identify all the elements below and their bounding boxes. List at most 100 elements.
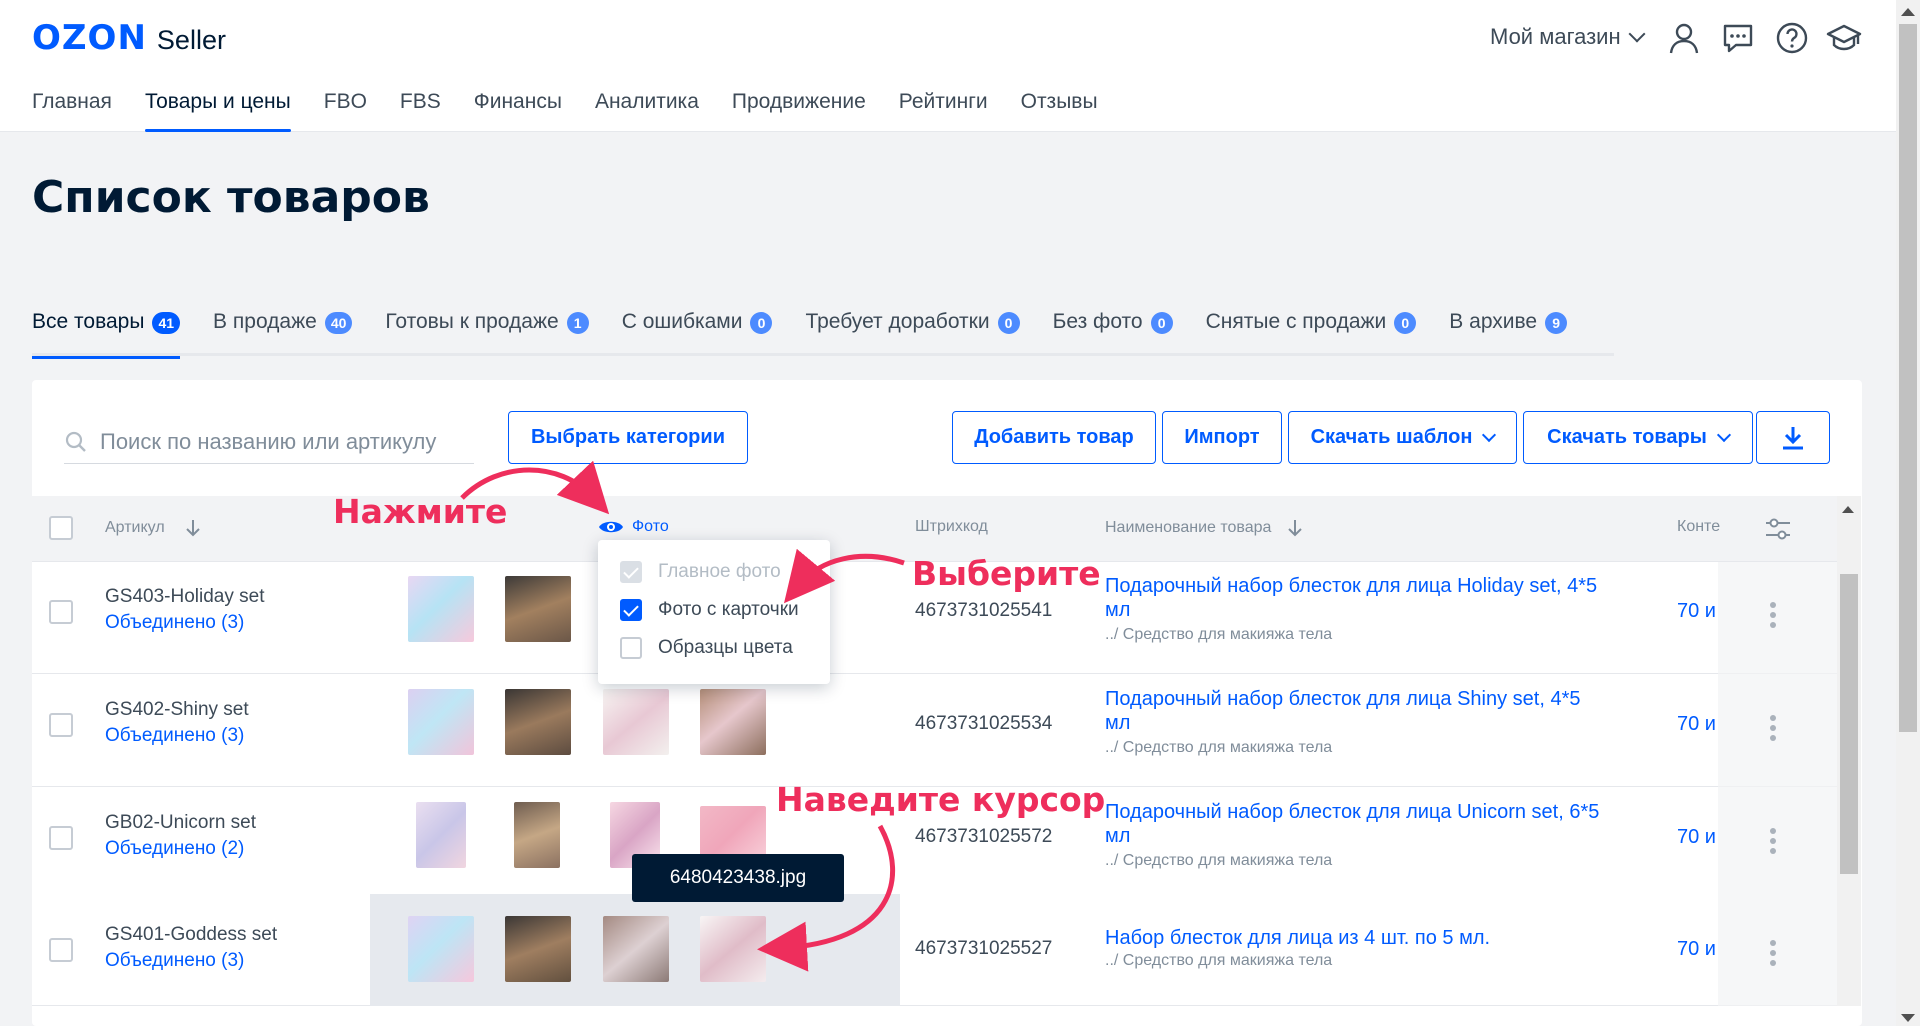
barcode: 4673731025534 (915, 713, 1053, 734)
column-settings-icon[interactable] (1763, 514, 1793, 544)
select-all-checkbox[interactable] (49, 516, 73, 540)
nav-promotion[interactable]: Продвижение (732, 90, 866, 132)
product-photo[interactable] (514, 802, 560, 868)
scroll-down-arrow-icon[interactable] (1901, 1014, 1915, 1022)
graduation-cap-icon[interactable] (1826, 20, 1862, 56)
count-badge: 9 (1545, 312, 1568, 334)
product-photo[interactable] (416, 802, 466, 868)
tab-label: Снятые с продажи (1205, 310, 1387, 333)
row-checkbox[interactable] (49, 826, 73, 850)
add-product-button[interactable]: Добавить товар (952, 411, 1156, 464)
tab-label: С ошибками (621, 310, 743, 333)
content-value[interactable]: 70 и (1677, 713, 1716, 736)
filename-tooltip: 6480423438.jpg (632, 854, 844, 902)
search-input[interactable]: Поиск по названию или артикулу (64, 420, 474, 464)
ozon-seller-logo[interactable]: OZON Seller (32, 18, 226, 58)
option-color-samples[interactable]: Образцы цвета (620, 637, 793, 659)
product-photo[interactable] (700, 916, 766, 982)
nav-analytics[interactable]: Аналитика (595, 90, 699, 132)
shop-selector[interactable]: Мой магазин (1490, 24, 1646, 50)
column-photo[interactable]: Фото (598, 518, 669, 536)
product-name-line: Набор блесток для лица из 4 шт. по 5 мл. (1105, 927, 1491, 949)
count-badge: 1 (566, 312, 589, 334)
product-photo[interactable] (505, 576, 571, 642)
scroll-up-arrow-icon[interactable] (1901, 8, 1915, 16)
page-title: Список товаров (32, 172, 430, 223)
tab-label: В продаже (213, 310, 317, 333)
row-checkbox[interactable] (49, 600, 73, 624)
product-photo[interactable] (505, 689, 571, 755)
export-button[interactable] (1756, 411, 1830, 464)
help-icon[interactable] (1774, 20, 1810, 56)
button-label: Скачать товары (1547, 426, 1707, 448)
joined-link[interactable]: Объединено (3) (105, 612, 244, 634)
product-name-link[interactable]: Набор блесток для лица из 4 шт. по 5 мл. (1105, 926, 1665, 950)
chevron-down-icon (1716, 427, 1731, 442)
content-value[interactable]: 70 и (1677, 600, 1716, 623)
joined-link[interactable]: Объединено (3) (105, 950, 244, 972)
option-label: Фото с карточки (658, 599, 799, 620)
tab-label: Все товары (32, 310, 145, 333)
product-photo[interactable] (603, 689, 669, 755)
product-photo[interactable] (700, 689, 766, 755)
product-name-link[interactable]: Подарочный набор блесток для лица Shiny … (1105, 687, 1665, 735)
nav-ratings[interactable]: Рейтинги (899, 90, 988, 132)
product-name-line: Подарочный набор блесток для лица Unicor… (1105, 801, 1600, 823)
column-label: Конте (1677, 518, 1721, 535)
product-photo[interactable] (603, 916, 669, 982)
choose-categories-button[interactable]: Выбрать категории (508, 411, 748, 464)
table-scrollbar-thumb[interactable] (1840, 574, 1858, 874)
product-photo[interactable] (505, 916, 571, 982)
nav-fbs[interactable]: FBS (400, 90, 441, 132)
column-product-name[interactable]: Наименование товара (1105, 518, 1305, 538)
row-checkbox[interactable] (49, 713, 73, 737)
product-name-link[interactable]: Подарочный набор блесток для лица Holida… (1105, 574, 1665, 622)
user-icon[interactable] (1666, 20, 1702, 56)
article-code: GS403-Holiday set (105, 586, 265, 607)
sort-arrow-icon (1288, 520, 1303, 537)
product-photo[interactable] (408, 576, 474, 642)
row-checkbox[interactable] (49, 938, 73, 962)
page-scrollbar-thumb[interactable] (1899, 24, 1917, 732)
table-header: Артикул Фото Штрихкод Наименование товар… (32, 496, 1837, 562)
tab-label: Требует доработки (805, 310, 990, 333)
nav-home[interactable]: Главная (32, 90, 112, 132)
content-value[interactable]: 70 и (1677, 938, 1716, 961)
column-label: Наименование товара (1105, 519, 1272, 536)
tab-with-errors[interactable]: С ошибками 0 (622, 310, 773, 356)
tab-removed[interactable]: Снятые с продажи 0 (1206, 310, 1417, 356)
product-photo[interactable] (408, 916, 474, 982)
tab-on-sale[interactable]: В продаже 40 (213, 310, 353, 356)
product-name-link[interactable]: Подарочный набор блесток для лица Unicor… (1105, 800, 1665, 848)
nav-fbo[interactable]: FBO (324, 90, 367, 132)
nav-finance[interactable]: Финансы (474, 90, 562, 132)
product-photo[interactable] (408, 689, 474, 755)
table-row: GS401-Goddess set Объединено (3) 4673731… (32, 894, 1837, 1006)
checkbox-checked[interactable] (620, 599, 642, 621)
nav-reviews[interactable]: Отзывы (1021, 90, 1098, 132)
download-icon (1783, 426, 1803, 449)
chevron-down-icon (1482, 427, 1497, 442)
download-products-button[interactable]: Скачать товары (1523, 411, 1753, 464)
chevron-down-icon (1628, 25, 1646, 43)
chat-icon[interactable] (1720, 20, 1756, 56)
tab-needs-revision[interactable]: Требует доработки 0 (805, 310, 1020, 356)
table-scroll-up-icon[interactable] (1842, 506, 1854, 513)
tab-no-photo[interactable]: Без фото 0 (1053, 310, 1173, 356)
product-category: ../ Средство для макияжа тела (1105, 852, 1333, 869)
content-value[interactable]: 70 и (1677, 826, 1716, 849)
column-article[interactable]: Артикул (105, 518, 203, 538)
tab-all-products[interactable]: Все товары 41 (32, 310, 181, 359)
checkbox-unchecked[interactable] (620, 637, 642, 659)
joined-link[interactable]: Объединено (2) (105, 838, 244, 860)
tab-archive[interactable]: В архиве 9 (1449, 310, 1568, 356)
photo-type-popup: Главное фото Фото с карточки Образцы цве… (598, 540, 830, 684)
article-code: GS401-Goddess set (105, 924, 278, 945)
tab-ready-for-sale[interactable]: Готовы к продаже 1 (385, 310, 589, 356)
import-button[interactable]: Импорт (1162, 411, 1282, 464)
nav-products-prices[interactable]: Товары и цены (144, 90, 291, 132)
joined-link[interactable]: Объединено (3) (105, 725, 244, 747)
option-card-photo[interactable]: Фото с карточки (620, 599, 799, 621)
download-template-button[interactable]: Скачать шаблон (1288, 411, 1517, 464)
logo-product: Seller (156, 25, 226, 55)
